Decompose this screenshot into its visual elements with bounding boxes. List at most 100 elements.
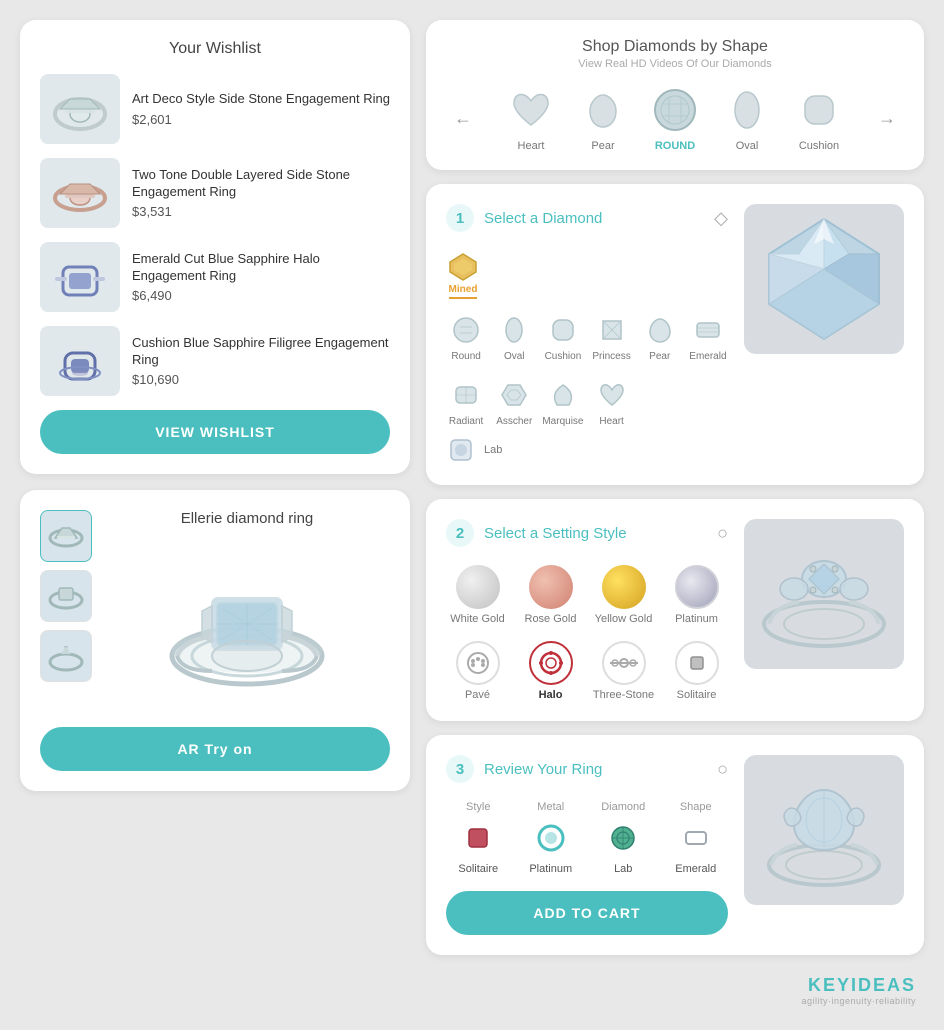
review-style-value: Solitaire <box>458 863 498 875</box>
brand-name: KEYIDEAS <box>801 975 916 996</box>
diamond-label-radiant: Radiant <box>449 416 483 427</box>
diamond-label-pear: Pear <box>649 351 670 362</box>
review-grid: Style Solitaire Metal Platinum <box>446 801 728 875</box>
select-setting-title: Select a Setting Style <box>484 525 627 542</box>
item-info-2: Two Tone Double Layered Side Stone Engag… <box>132 167 390 220</box>
review-diamond-value: Lab <box>614 863 632 875</box>
view-wishlist-button[interactable]: VIEW WISHLIST <box>40 410 390 454</box>
item-image-3 <box>40 242 120 312</box>
oval-shape-icon <box>721 84 773 136</box>
list-item: Art Deco Style Side Stone Engagement Rin… <box>40 74 390 144</box>
metal-option-rose-gold[interactable]: Rose Gold <box>519 565 582 625</box>
review-diamond-icon <box>604 819 642 857</box>
item-info-1: Art Deco Style Side Stone Engagement Rin… <box>132 91 390 127</box>
product-title: Ellerie diamond ring <box>181 510 314 527</box>
diamond-label-heart: Heart <box>599 416 623 427</box>
review-ring-image <box>744 755 904 905</box>
origin-mined[interactable]: Mined <box>446 250 480 299</box>
shape-selector-card: Shop Diamonds by Shape View Real HD Vide… <box>426 20 924 170</box>
item-price-4: $10,690 <box>132 372 390 387</box>
shape-label-round: ROUND <box>655 140 695 152</box>
add-to-cart-button[interactable]: ADD TO CART <box>446 891 728 935</box>
item-image-2 <box>40 158 120 228</box>
list-item: Emerald Cut Blue Sapphire Halo Engagemen… <box>40 242 390 312</box>
review-content: 3 Review Your Ring ○ Style Solitaire Met… <box>446 755 728 935</box>
review-section-icon: ○ <box>717 759 728 780</box>
diamond-option-oval[interactable]: Oval <box>494 311 534 362</box>
carousel-next-button[interactable]: → <box>874 104 900 133</box>
review-style-icon <box>459 819 497 857</box>
diamond-option-marquise[interactable]: Marquise <box>542 376 583 427</box>
diamond-label-cushion: Cushion <box>545 351 582 362</box>
thumbnail-1[interactable] <box>40 510 92 562</box>
yellow-gold-label: Yellow Gold <box>595 613 653 625</box>
style-option-three-stone[interactable]: Three-Stone <box>592 641 655 701</box>
item-image-4 <box>40 326 120 396</box>
asscher-diamond-icon <box>495 376 533 414</box>
marquise-diamond-icon <box>544 376 582 414</box>
item-name-1: Art Deco Style Side Stone Engagement Rin… <box>132 91 390 108</box>
ar-try-on-button[interactable]: AR Try on <box>40 727 390 771</box>
diamond-option-pear[interactable]: Pear <box>640 311 680 362</box>
lab-label: Lab <box>484 444 502 456</box>
diamond-option-princess[interactable]: Princess <box>591 311 631 362</box>
shape-item-heart[interactable]: Heart <box>505 84 557 152</box>
review-ring-card: 3 Review Your Ring ○ Style Solitaire Met… <box>426 735 924 955</box>
halo-style-icon <box>529 641 573 685</box>
diamond-label-oval: Oval <box>504 351 525 362</box>
brand-tagline: agility·ingenuity·reliability <box>801 996 916 1006</box>
princess-diamond-icon <box>593 311 631 349</box>
style-option-solitaire[interactable]: Solitaire <box>665 641 728 701</box>
main-ring-image <box>147 541 347 711</box>
review-style-label: Style <box>466 801 490 813</box>
review-col-diamond: Diamond Lab <box>591 801 656 875</box>
diamond-option-emerald[interactable]: Emerald <box>688 311 728 362</box>
footer: KEYIDEAS agility·ingenuity·reliability <box>20 971 924 1010</box>
metal-option-platinum[interactable]: Platinum <box>665 565 728 625</box>
select-diamond-content: 1 Select a Diamond ◇ Mined <box>446 204 728 465</box>
shape-label-oval: Oval <box>736 140 759 152</box>
thumbnail-3[interactable] <box>40 630 92 682</box>
select-diamond-header: 1 Select a Diamond ◇ <box>446 204 728 232</box>
diamond-label-princess: Princess <box>592 351 630 362</box>
diamond-label-asscher: Asscher <box>496 416 532 427</box>
carousel-prev-button[interactable]: ← <box>450 104 476 133</box>
diamond-section-icon: ◇ <box>714 208 728 229</box>
item-info-4: Cushion Blue Sapphire Filigree Engagemen… <box>132 335 390 388</box>
style-option-pave[interactable]: Pavé <box>446 641 509 701</box>
diamond-option-heart[interactable]: Heart <box>591 376 631 427</box>
shape-label-heart: Heart <box>518 140 545 152</box>
item-name-4: Cushion Blue Sapphire Filigree Engagemen… <box>132 335 390 369</box>
metal-option-white-gold[interactable]: White Gold <box>446 565 509 625</box>
diamond-option-round[interactable]: Round <box>446 311 486 362</box>
section-num-2: 2 <box>446 519 474 547</box>
pear-shape-icon <box>577 84 629 136</box>
shape-item-round[interactable]: ROUND <box>649 84 701 152</box>
diamond-option-cushion[interactable]: Cushion <box>542 311 583 362</box>
review-col-style: Style Solitaire <box>446 801 511 875</box>
wishlist-title: Your Wishlist <box>40 40 390 58</box>
rose-gold-label: Rose Gold <box>525 613 577 625</box>
shape-label-pear: Pear <box>591 140 614 152</box>
diamond-label-marquise: Marquise <box>542 416 583 427</box>
shape-item-oval[interactable]: Oval <box>721 84 773 152</box>
review-title: Review Your Ring <box>484 761 602 778</box>
shape-shop-subtitle: View Real HD Videos Of Our Diamonds <box>450 58 900 70</box>
thumbnail-2[interactable] <box>40 570 92 622</box>
section-num-1: 1 <box>446 204 474 232</box>
shape-item-pear[interactable]: Pear <box>577 84 629 152</box>
item-price-2: $3,531 <box>132 204 390 219</box>
diamond-option-asscher[interactable]: Asscher <box>494 376 534 427</box>
shape-item-cushion[interactable]: Cushion <box>793 84 845 152</box>
three-stone-label: Three-Stone <box>593 689 654 701</box>
item-price-1: $2,601 <box>132 112 390 127</box>
setting-preview-image <box>744 519 904 669</box>
style-option-halo[interactable]: Halo <box>519 641 582 701</box>
metal-option-yellow-gold[interactable]: Yellow Gold <box>592 565 655 625</box>
shape-carousel: ← Heart <box>450 84 900 152</box>
cushion-shape-icon <box>793 84 845 136</box>
solitaire-label: Solitaire <box>677 689 717 701</box>
review-metal-icon <box>532 819 570 857</box>
diamond-option-radiant[interactable]: Radiant <box>446 376 486 427</box>
origin-lab[interactable]: Lab <box>446 435 728 465</box>
